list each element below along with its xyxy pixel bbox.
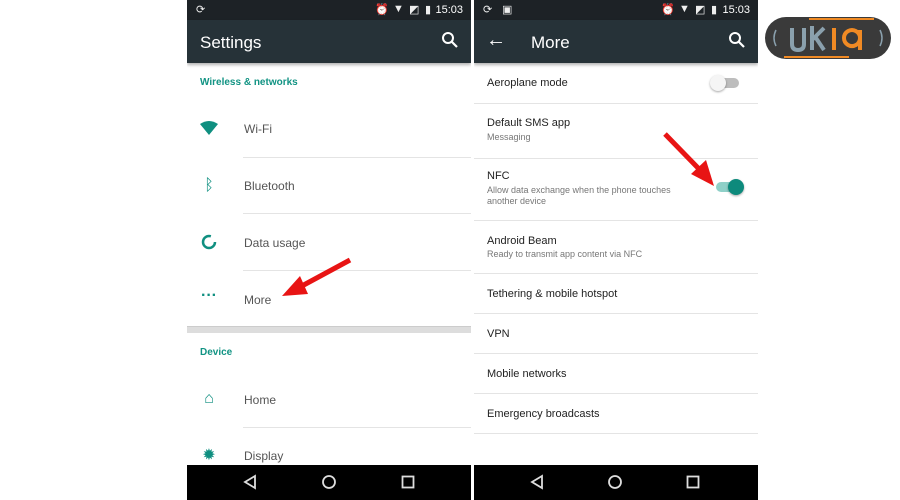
uk19-logo xyxy=(765,17,891,59)
annotation-arrows xyxy=(282,132,714,296)
red-arrow-pointing-more xyxy=(282,257,352,296)
red-arrow-pointing-nfc-toggle xyxy=(663,132,714,186)
